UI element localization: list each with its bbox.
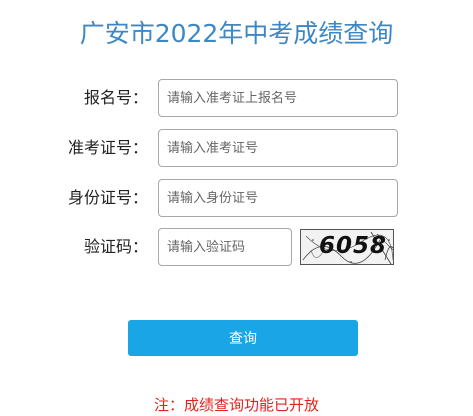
registration-number-input[interactable] bbox=[158, 79, 398, 117]
captcha-label: 验证码： bbox=[83, 237, 148, 256]
id-number-label: 身份证号： bbox=[67, 188, 148, 207]
notice-text: 注：成绩查询功能已开放 bbox=[153, 396, 319, 414]
page-title: 广安市2022年中考成绩查询 bbox=[79, 19, 394, 48]
id-number-input[interactable] bbox=[158, 179, 398, 217]
captcha-image[interactable]: 6058 bbox=[300, 229, 394, 265]
admission-number-input[interactable] bbox=[158, 129, 398, 167]
registration-number-label: 报名号： bbox=[83, 88, 148, 107]
captcha-input[interactable] bbox=[158, 228, 292, 266]
admission-number-label: 准考证号： bbox=[67, 138, 148, 157]
captcha-code: 6058 bbox=[319, 233, 388, 259]
score-query-page: 广安市2022年中考成绩查询 报名号： 准考证号： 身份证号： 验证码： 605… bbox=[0, 0, 473, 416]
query-button[interactable]: 查询 bbox=[128, 320, 358, 356]
